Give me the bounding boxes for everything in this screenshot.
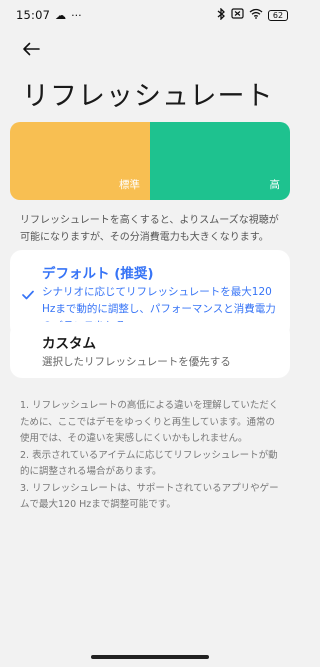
more-notifications-icon: ··· bbox=[71, 8, 82, 22]
page-title: リフレッシュレート bbox=[22, 81, 274, 112]
back-button[interactable] bbox=[18, 36, 44, 62]
sim-off-icon bbox=[231, 8, 244, 22]
cloud-icon: ☁ bbox=[55, 8, 67, 22]
demo-standard-label: 標準 bbox=[119, 179, 140, 191]
battery-icon: 62 bbox=[268, 9, 288, 21]
status-left: 15:07 ☁ ··· bbox=[16, 8, 82, 22]
note-item: 3. リフレッシュレートは、サポートされているアプリやゲームで最大120 Hzま… bbox=[20, 482, 279, 511]
demo-high-panel: 高 bbox=[150, 122, 290, 200]
option-default-title: デフォルト (推奨) bbox=[42, 266, 154, 282]
demo-high-label: 高 bbox=[269, 179, 281, 191]
home-indicator[interactable] bbox=[91, 655, 209, 659]
status-bar: 15:07 ☁ ··· 62 bbox=[0, 0, 300, 30]
checkmark-icon bbox=[22, 290, 36, 304]
bluetooth-icon bbox=[217, 6, 226, 23]
description: リフレッシュレートを高くすると、よりスムーズな視聴が可能になりますが、その分消費… bbox=[20, 215, 279, 243]
arrow-left-icon bbox=[23, 42, 40, 56]
status-time: 15:07 bbox=[16, 8, 51, 22]
option-custom-title: カスタム bbox=[42, 336, 96, 352]
wifi-icon bbox=[249, 8, 263, 22]
note-item: 1. リフレッシュレートの高低による違いを理解していただくために、ここではデモを… bbox=[20, 400, 279, 444]
status-right: 62 bbox=[217, 6, 288, 23]
note-item: 2. 表示されているアイテムに応じてリフレッシュレートが動的に調整される場合があ… bbox=[20, 449, 278, 478]
notes: 1. リフレッシュレートの高低による違いを理解していただくために、ここではデモを… bbox=[20, 398, 284, 514]
option-custom-subtitle: 選択したリフレッシュレートを優先する bbox=[42, 356, 231, 368]
refresh-rate-demo: 標準 高 bbox=[10, 122, 290, 200]
option-custom[interactable]: カスタム 選択したリフレッシュレートを優先する bbox=[10, 322, 290, 378]
demo-standard-panel: 標準 bbox=[10, 122, 150, 200]
